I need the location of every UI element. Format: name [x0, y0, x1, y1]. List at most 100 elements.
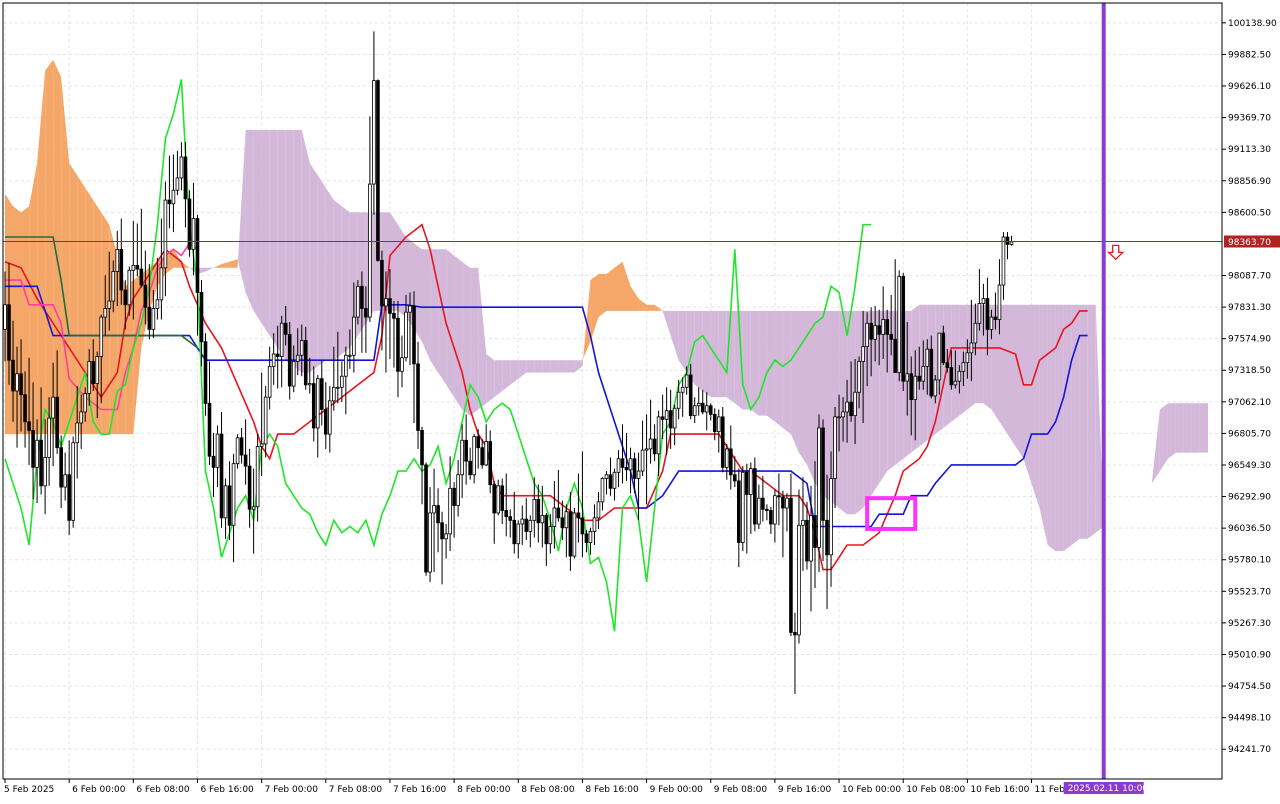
candle-bullish[interactable] [263, 396, 268, 445]
candle-bullish[interactable] [151, 308, 156, 330]
candle-bullish[interactable] [741, 471, 745, 543]
candle-bullish[interactable] [107, 300, 112, 309]
candle-bullish[interactable] [552, 507, 557, 527]
candle-bullish[interactable] [692, 405, 697, 417]
candle-bearish[interactable] [624, 466, 629, 471]
candle-bullish[interactable] [696, 402, 701, 407]
candle-bullish[interactable] [600, 478, 605, 503]
candle-bearish[interactable] [388, 298, 392, 314]
candle-bearish[interactable] [608, 474, 613, 489]
candle-bearish[interactable] [869, 322, 873, 340]
candle-bearish[interactable] [376, 80, 380, 261]
candle-bullish[interactable] [87, 361, 92, 394]
candle-bearish[interactable] [239, 437, 244, 456]
candle-bullish[interactable] [933, 379, 938, 397]
candle-bullish[interactable] [973, 322, 978, 344]
candle-bullish[interactable] [572, 512, 577, 557]
candle-bullish[interactable] [528, 519, 533, 532]
candle-bullish[interactable] [131, 264, 136, 271]
candle-bearish[interactable] [584, 533, 589, 543]
candle-bearish[interactable] [424, 464, 428, 573]
candle-bearish[interactable] [885, 319, 889, 335]
candle-bullish[interactable] [336, 386, 340, 389]
candle-bullish[interactable] [801, 519, 805, 526]
candle-bearish[interactable] [11, 359, 15, 392]
candle-bullish[interactable] [797, 524, 801, 636]
candle-bullish[interactable] [913, 375, 918, 401]
candle-bullish[interactable] [809, 515, 813, 562]
candle-bullish[interactable] [612, 471, 617, 489]
candle-bearish[interactable] [227, 485, 232, 526]
candle-bearish[interactable] [512, 519, 517, 545]
candle-bullish[interactable] [171, 189, 176, 205]
candle-bearish[interactable] [392, 312, 396, 319]
candle-bullish[interactable] [155, 299, 160, 309]
candle-bullish[interactable] [15, 373, 19, 392]
candle-bullish[interactable] [969, 342, 974, 354]
candle-bearish[interactable] [560, 517, 565, 529]
candle-bearish[interactable] [283, 322, 288, 335]
candle-bullish[interactable] [356, 285, 360, 318]
candle-bullish[interactable] [231, 463, 236, 526]
candle-bearish[interactable] [492, 484, 497, 514]
candle-bearish[interactable] [777, 495, 781, 498]
candle-bearish[interactable] [524, 518, 529, 532]
candle-bearish[interactable] [91, 361, 96, 385]
candle-bearish[interactable] [211, 455, 216, 468]
candle-bullish[interactable] [291, 361, 296, 387]
candle-bearish[interactable] [135, 264, 140, 270]
candle-bullish[interactable] [989, 316, 994, 330]
candle-bullish[interactable] [957, 370, 962, 382]
candle-bearish[interactable] [207, 402, 212, 457]
candle-bearish[interactable] [436, 505, 440, 524]
candle-bullish[interactable] [865, 322, 869, 348]
candle-bullish[interactable] [215, 433, 220, 468]
candle-bullish[interactable] [724, 448, 729, 468]
candle-bearish[interactable] [917, 375, 922, 382]
candle-bullish[interactable] [829, 478, 833, 556]
candle-bullish[interactable] [295, 354, 300, 362]
candle-bearish[interactable] [468, 460, 472, 476]
candle-bullish[interactable] [981, 298, 986, 304]
candle-bearish[interactable] [319, 378, 324, 410]
candle-bullish[interactable] [384, 298, 388, 307]
candle-bearish[interactable] [732, 474, 737, 482]
candle-bullish[interactable] [997, 284, 1002, 320]
candle-bullish[interactable] [516, 523, 521, 545]
candle-bullish[interactable] [837, 416, 841, 419]
candle-bearish[interactable] [929, 348, 934, 397]
candle-bearish[interactable] [556, 507, 561, 519]
candle-bearish[interactable] [243, 454, 248, 467]
candle-bullish[interactable] [35, 439, 39, 468]
candle-bearish[interactable] [793, 632, 797, 636]
candle-bullish[interactable] [897, 276, 902, 373]
candle-bullish[interactable] [921, 365, 926, 382]
candle-bearish[interactable] [416, 363, 420, 431]
candle-bullish[interactable] [564, 511, 569, 529]
candle-bullish[interactable] [881, 319, 885, 335]
candle-bearish[interactable] [508, 516, 513, 521]
candle-bearish[interactable] [396, 317, 400, 372]
candle-bearish[interactable] [789, 497, 793, 633]
candle-bullish[interactable] [456, 474, 460, 506]
candle-bullish[interactable] [3, 304, 7, 330]
candle-bullish[interactable] [857, 361, 861, 393]
candle-bearish[interactable] [765, 508, 769, 511]
candle-bearish[interactable] [901, 276, 906, 382]
candle-bullish[interactable] [307, 383, 312, 386]
candle-bullish[interactable] [785, 497, 789, 509]
candle-bearish[interactable] [949, 367, 954, 386]
candle-bearish[interactable] [195, 218, 200, 293]
candle-bearish[interactable] [745, 471, 749, 495]
candle-bullish[interactable] [644, 448, 649, 451]
candle-bullish[interactable] [332, 386, 336, 402]
candle-bullish[interactable] [191, 218, 196, 250]
candle-bullish[interactable] [372, 80, 376, 185]
candle-bearish[interactable] [941, 332, 946, 364]
candle-bearish[interactable] [893, 338, 897, 373]
candle-bearish[interactable] [993, 316, 998, 320]
candle-bearish[interactable] [576, 512, 581, 519]
candle-bullish[interactable] [845, 401, 849, 413]
candle-bearish[interactable] [480, 447, 484, 466]
candle-bullish[interactable] [596, 501, 601, 519]
